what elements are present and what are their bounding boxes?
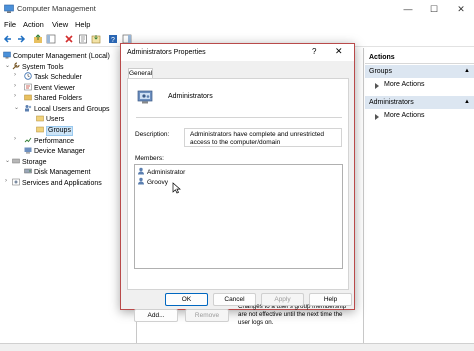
tree-node-services[interactable]: Services and Applications <box>12 178 102 188</box>
chevron-right-icon[interactable]: › <box>5 178 11 184</box>
more-actions-administrators[interactable]: More Actions <box>384 112 424 119</box>
description-field[interactable]: Administrators have complete and unrestr… <box>184 128 342 147</box>
group-icon <box>137 90 153 104</box>
shared-folder-icon <box>24 94 32 101</box>
user-icon <box>138 177 144 185</box>
tree-node-root[interactable]: Computer Management (Local) <box>3 51 110 61</box>
help-icon[interactable]: ? <box>108 34 118 44</box>
chevron-right-icon[interactable]: › <box>14 136 20 142</box>
services-icon <box>12 178 20 186</box>
more-actions-groups[interactable]: More Actions <box>384 81 424 88</box>
show-hide-tree-icon[interactable] <box>46 34 56 44</box>
chevron-right-icon[interactable]: › <box>14 93 20 99</box>
tree-node-groups[interactable]: Groups <box>36 125 73 136</box>
actions-section-groups[interactable]: Groups ▲ <box>365 65 474 78</box>
members-label: Members: <box>135 155 164 162</box>
close-button[interactable]: ✕ <box>451 2 471 16</box>
chevron-down-icon[interactable]: ⌄ <box>5 157 11 164</box>
window-title: Computer Management <box>17 4 96 13</box>
group-name: Administrators <box>168 93 213 100</box>
forward-arrow-icon[interactable] <box>16 34 26 44</box>
add-button[interactable]: Add... <box>134 309 178 322</box>
more-actions-arrow-icon <box>375 114 379 120</box>
disk-icon <box>24 168 32 174</box>
actions-pane: Actions Groups ▲ More Actions Administra… <box>365 48 474 343</box>
maximize-button[interactable]: ☐ <box>424 2 444 16</box>
tree-node-storage[interactable]: Storage <box>12 157 47 167</box>
actions-header: Actions <box>365 51 474 64</box>
status-bar <box>0 343 474 351</box>
event-viewer-icon <box>24 83 32 91</box>
tree-node-system-tools[interactable]: System Tools <box>12 62 64 72</box>
mouse-cursor-icon <box>172 182 181 194</box>
help-button[interactable]: Help <box>309 293 352 306</box>
back-arrow-icon[interactable] <box>3 34 13 44</box>
list-item[interactable]: Administrator <box>137 167 185 177</box>
list-item[interactable]: Groovy <box>137 177 168 187</box>
menu-view[interactable]: View <box>52 20 68 29</box>
storage-icon <box>12 158 20 164</box>
export-list-icon[interactable] <box>91 34 101 44</box>
performance-icon <box>24 137 32 143</box>
chevron-right-icon[interactable]: › <box>14 72 20 78</box>
clock-icon <box>24 72 32 80</box>
window-titlebar: Computer Management — ☐ ✕ <box>0 0 474 18</box>
tools-icon <box>12 62 20 70</box>
cancel-button[interactable]: Cancel <box>213 293 256 306</box>
divider <box>136 117 342 118</box>
chevron-down-icon[interactable]: ⌄ <box>14 104 20 111</box>
svg-text:?: ? <box>111 37 115 44</box>
dialog-titlebar: Administrators Properties ? ✕ <box>121 44 354 61</box>
folder-icon <box>36 126 44 133</box>
actions-section-administrators[interactable]: Administrators ▲ <box>365 96 474 109</box>
more-actions-arrow-icon <box>375 83 379 89</box>
menu-bar: File Action View Help <box>0 18 474 31</box>
members-list[interactable]: Administrator Groovy <box>134 164 343 269</box>
tree-node-local-users-groups[interactable]: Local Users and Groups <box>24 104 109 114</box>
tree-node-performance[interactable]: Performance <box>24 136 74 146</box>
tree-node-device-manager[interactable]: Device Manager <box>24 146 85 156</box>
tree-node-shared-folders[interactable]: Shared Folders <box>24 93 82 103</box>
tree-node-disk-management[interactable]: Disk Management <box>24 167 90 177</box>
apply-button[interactable]: Apply <box>261 293 304 306</box>
collapse-arrow-icon[interactable]: ▲ <box>464 65 470 78</box>
dialog-help-button[interactable]: ? <box>312 47 316 56</box>
properties-icon[interactable] <box>78 34 88 44</box>
folder-icon <box>36 115 44 122</box>
dialog-close-button[interactable]: ✕ <box>335 46 343 57</box>
minimize-button[interactable]: — <box>398 2 418 16</box>
menu-action[interactable]: Action <box>23 20 44 29</box>
chevron-right-icon[interactable]: › <box>14 83 20 89</box>
description-label: Description: <box>135 131 170 138</box>
delete-icon[interactable] <box>64 34 74 44</box>
menu-file[interactable]: File <box>4 20 16 29</box>
dialog-title: Administrators Properties <box>127 49 206 56</box>
menu-help[interactable]: Help <box>75 20 90 29</box>
remove-button[interactable]: Remove <box>185 309 229 322</box>
tree-node-event-viewer[interactable]: Event Viewer <box>24 83 75 93</box>
membership-note: Changes to a user's group membership are… <box>238 303 347 326</box>
chevron-down-icon[interactable]: ⌄ <box>5 62 11 69</box>
computer-icon <box>3 51 11 59</box>
up-folder-icon[interactable] <box>33 34 43 44</box>
tree-node-users[interactable]: Users <box>36 114 64 124</box>
computer-management-icon <box>4 4 14 13</box>
collapse-arrow-icon[interactable]: ▲ <box>464 96 470 109</box>
general-tab-panel: Administrators Description: Administrato… <box>127 78 349 326</box>
device-manager-icon <box>24 147 32 154</box>
console-tree: Computer Management (Local) ⌄ System Too… <box>0 48 137 343</box>
user-icon <box>138 167 144 175</box>
tree-node-task-scheduler[interactable]: Task Scheduler <box>24 72 82 82</box>
administrators-properties-dialog: Administrators Properties ? ✕ General Ad… <box>120 43 355 326</box>
ok-button[interactable]: OK <box>165 293 208 306</box>
users-icon <box>25 105 32 112</box>
